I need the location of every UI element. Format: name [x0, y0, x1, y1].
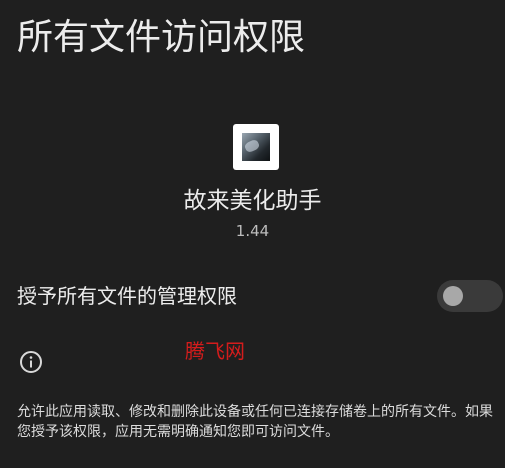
- permission-toggle[interactable]: [437, 280, 503, 312]
- permission-description: 允许此应用读取、修改和删除此设备或任何已连接存储卷上的所有文件。如果您授予该权限…: [17, 404, 493, 440]
- app-version: 1.44: [235, 222, 270, 240]
- permission-label: 授予所有文件的管理权限: [17, 284, 237, 308]
- info-icon: [20, 351, 42, 373]
- all-files-permission-row[interactable]: 授予所有文件的管理权限: [0, 276, 505, 316]
- watermark-text: 腾飞网: [185, 339, 245, 363]
- app-photo-icon: [233, 124, 279, 170]
- app-name: 故来美化助手: [183, 188, 322, 214]
- app-icon-image: [242, 133, 270, 161]
- toggle-thumb: [443, 286, 463, 306]
- page-title: 所有文件访问权限: [17, 17, 306, 58]
